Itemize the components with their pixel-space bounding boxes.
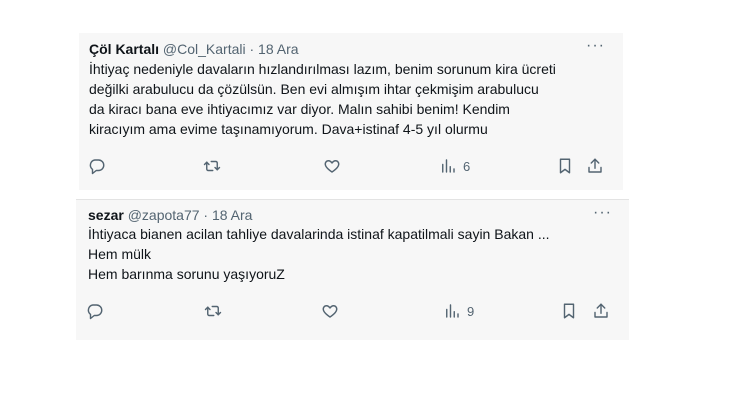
tweet-text: İhtiyaca bianen acilan tahliye davalarin… [88, 224, 623, 284]
share-icon [588, 158, 602, 173]
like-button[interactable] [323, 157, 341, 175]
retweet-icon [203, 160, 221, 172]
tweet-text-line: İhtiyaca bianen acilan tahliye davalarin… [88, 226, 550, 242]
reply-tweet[interactable]: Çöl Kartalı @Col_Kartali · 18 Ara ··· İh… [79, 33, 623, 190]
action-bar: 6 [79, 157, 623, 177]
tweet-text-line: İhtiyaç nedeniyle davaların hızlandırılm… [89, 61, 556, 77]
like-button[interactable] [321, 302, 339, 320]
author-name[interactable]: sezar [88, 207, 124, 223]
reply-icon [87, 304, 103, 320]
views-button[interactable]: 6 [439, 157, 470, 175]
author-handle[interactable]: @zapota77 [128, 207, 200, 223]
more-options-icon[interactable]: ··· [593, 204, 612, 222]
separator-dot: · [203, 207, 209, 223]
reply-tweet[interactable]: sezar @zapota77 · 18 Ara ··· İhtiyaca bi… [76, 199, 629, 340]
tweet-date[interactable]: 18 Ara [258, 41, 298, 57]
retweet-button[interactable] [203, 157, 221, 175]
more-options-icon[interactable]: ··· [586, 37, 605, 55]
views-icon [446, 304, 459, 318]
bookmark-button[interactable] [556, 157, 574, 175]
author-handle[interactable]: @Col_Kartali [163, 41, 246, 57]
retweet-button[interactable] [204, 302, 222, 320]
view-count: 9 [467, 303, 475, 319]
tweet-text-line: Hem mülk [88, 246, 152, 262]
like-icon [322, 305, 338, 318]
share-button[interactable] [592, 302, 610, 320]
retweet-icon [204, 305, 222, 317]
views-button[interactable]: 9 [443, 302, 474, 320]
tweet-text-line: kiracıyım ama evime taşınamıyorum. Dava+… [89, 121, 488, 137]
tweet-text-line: da kiracı bana eve ihtiyacımız var diyor… [89, 101, 510, 117]
like-icon [324, 160, 340, 173]
tweet-text-line: değilki arabulucu da çözülsün. Ben evi a… [89, 81, 539, 97]
author-name[interactable]: Çöl Kartalı [89, 41, 159, 57]
reply-icon [89, 159, 105, 175]
views-icon [442, 159, 455, 173]
bookmark-button[interactable] [560, 302, 578, 320]
tweet-date[interactable]: 18 Ara [212, 207, 252, 223]
bookmark-icon [559, 158, 571, 174]
tweet-text: İhtiyaç nedeniyle davaların hızlandırılm… [89, 59, 609, 139]
action-bar: 9 [76, 302, 629, 322]
reply-button[interactable] [86, 302, 104, 320]
tweet-text-line: Hem barınma sorunu yaşıyoruZ [88, 266, 285, 282]
tweet-header: Çöl Kartalı @Col_Kartali · 18 Ara [89, 40, 299, 58]
reply-button[interactable] [88, 157, 106, 175]
tweet-header: sezar @zapota77 · 18 Ara [88, 206, 252, 224]
share-icon [594, 303, 608, 318]
separator-dot: · [249, 41, 255, 57]
share-button[interactable] [586, 157, 604, 175]
bookmark-icon [563, 303, 575, 319]
view-count: 6 [463, 158, 471, 174]
